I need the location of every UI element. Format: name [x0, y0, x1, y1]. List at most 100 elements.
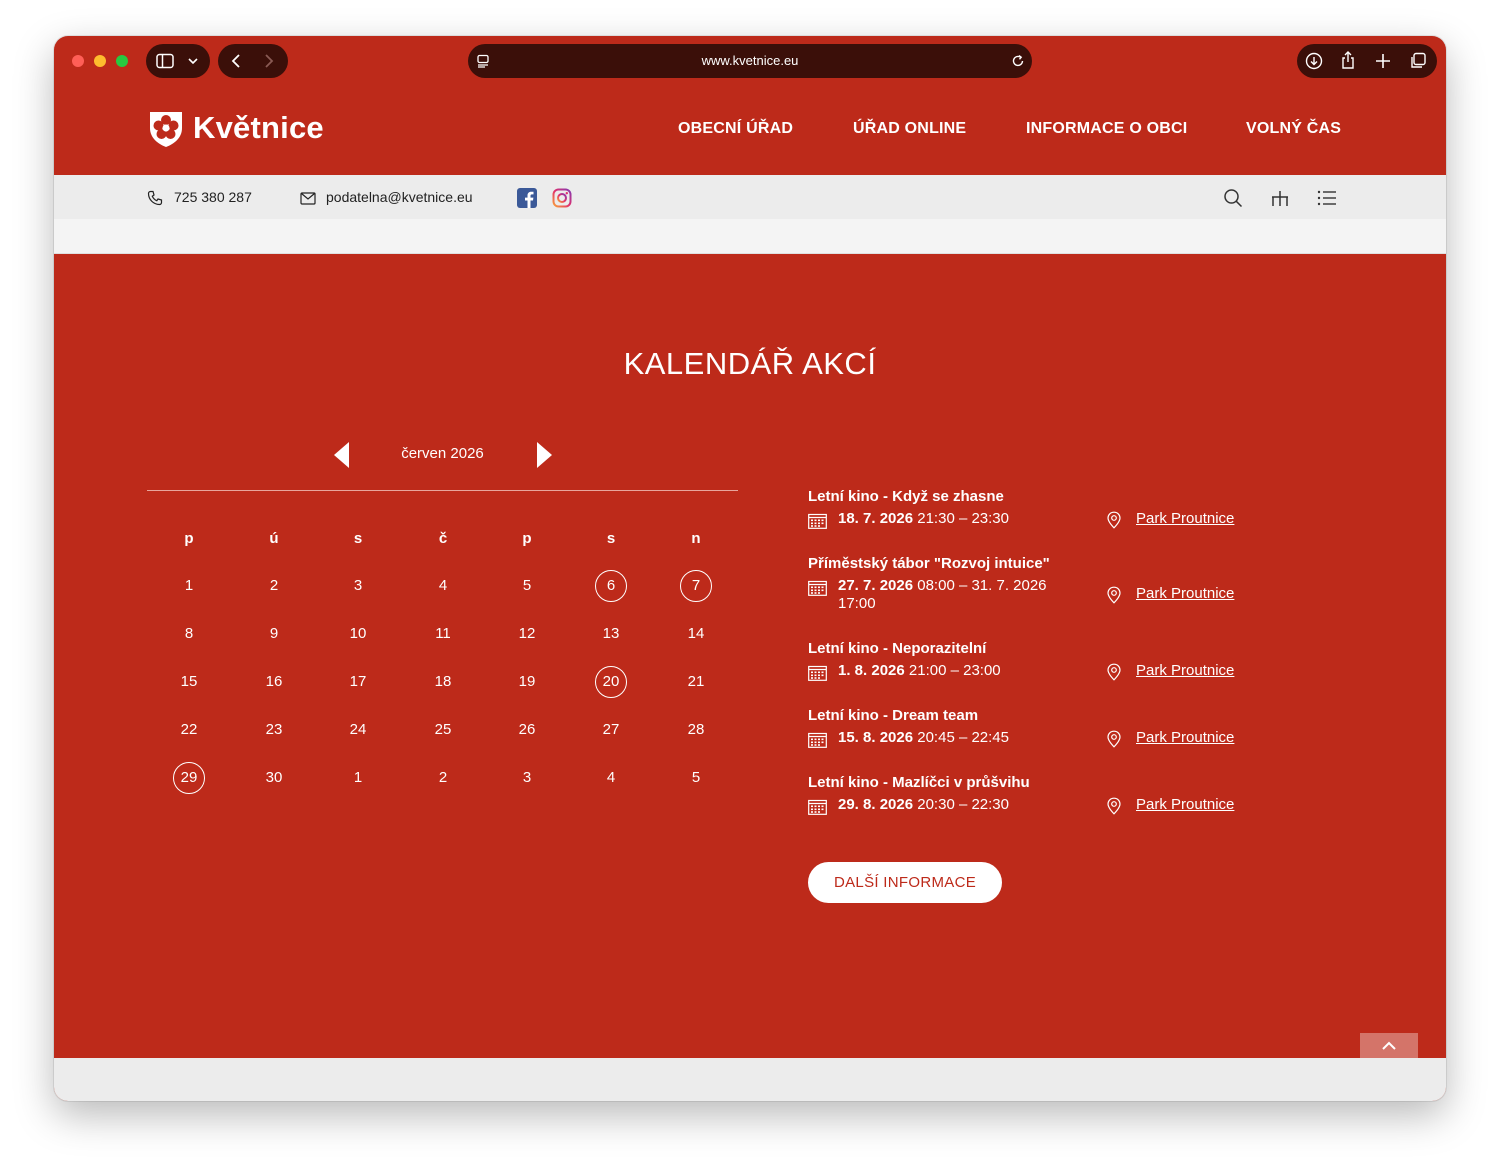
- back-icon[interactable]: [231, 53, 241, 69]
- email-link[interactable]: podatelna@kvetnice.eu: [326, 189, 473, 205]
- chevron-down-icon: [188, 58, 198, 65]
- zoom-window-button[interactable]: [116, 55, 128, 67]
- nav-item-volny-cas[interactable]: VOLNÝ ČAS: [1246, 120, 1341, 138]
- calendar-day[interactable]: 5: [511, 570, 543, 602]
- event-place-link[interactable]: Park Proutnice: [1136, 796, 1234, 813]
- close-window-button[interactable]: [72, 55, 84, 67]
- calendar-day[interactable]: 12: [511, 618, 543, 650]
- calendar-day[interactable]: 25: [427, 714, 459, 746]
- site-header: Květnice OBECNÍ ÚŘAD ÚŘAD ONLINE INFORMA…: [54, 86, 1446, 175]
- weekday-label: n: [691, 530, 701, 547]
- address-bar[interactable]: www.kvetnice.eu: [468, 44, 1032, 78]
- calendar-day[interactable]: 2: [258, 570, 290, 602]
- event-date: 29. 8. 2026 20:30 – 22:30: [838, 796, 1068, 814]
- calendar-day[interactable]: 13: [595, 618, 627, 650]
- calendar-day-with-event[interactable]: 29: [173, 762, 205, 794]
- share-icon[interactable]: [1340, 50, 1356, 70]
- calendar-day-with-event[interactable]: 6: [595, 570, 627, 602]
- browser-actions: [1297, 44, 1437, 78]
- events-section: KALENDÁŘ AKCÍ červen 2026 púsčpsn 123456…: [54, 254, 1446, 1058]
- weekday-label: s: [353, 530, 363, 547]
- nav-item-obecni-urad[interactable]: OBECNÍ ÚŘAD: [678, 120, 793, 138]
- calendar-day[interactable]: 24: [342, 714, 374, 746]
- footer-strip: [54, 1058, 1446, 1101]
- sitemap-icon[interactable]: [1270, 189, 1290, 207]
- calendar-header: červen 2026: [147, 437, 738, 477]
- calendar-day-with-event[interactable]: 7: [680, 570, 712, 602]
- calendar-day[interactable]: 3: [342, 570, 374, 602]
- event-title[interactable]: Příměstský tábor "Rozvoj intuice": [808, 555, 1050, 572]
- history-nav: [218, 44, 288, 78]
- event-time: 21:30 – 23:30: [913, 510, 1009, 527]
- calendar-icon: [808, 513, 827, 529]
- calendar-day[interactable]: 26: [511, 714, 543, 746]
- weekday-label: č: [438, 530, 448, 547]
- calendar-day[interactable]: 28: [680, 714, 712, 746]
- download-icon[interactable]: [1305, 52, 1323, 70]
- weekday-label: p: [522, 530, 532, 547]
- info-bar: 725 380 287 podatelna@kvetnice.eu: [54, 175, 1446, 219]
- next-month-icon[interactable]: [535, 441, 553, 469]
- event-date-bold: 27. 7. 2026: [838, 577, 914, 594]
- calendar-day[interactable]: 18: [427, 666, 459, 698]
- event-title[interactable]: Letní kino - Mazlíčci v průšvihu: [808, 774, 1030, 791]
- minimize-window-button[interactable]: [94, 55, 106, 67]
- calendar-icon: [808, 665, 827, 681]
- calendar-day[interactable]: 27: [595, 714, 627, 746]
- tab-overview-icon[interactable]: [1409, 52, 1427, 70]
- calendar-day[interactable]: 1: [173, 570, 205, 602]
- nav-item-informace-o-obci[interactable]: INFORMACE O OBCI: [1026, 120, 1187, 138]
- calendar-day[interactable]: 21: [680, 666, 712, 698]
- location-pin-icon: [1107, 797, 1121, 815]
- new-tab-icon[interactable]: [1375, 53, 1391, 69]
- event-title[interactable]: Letní kino - Když se zhasne: [808, 488, 1004, 505]
- calendar-day[interactable]: 23: [258, 714, 290, 746]
- sidebar-toggle-button[interactable]: [146, 44, 210, 78]
- event-date-bold: 18. 7. 2026: [838, 510, 914, 527]
- event-time: 21:00 – 23:00: [904, 662, 1001, 679]
- calendar-day[interactable]: 3: [511, 762, 543, 794]
- calendar-day[interactable]: 4: [595, 762, 627, 794]
- event-place-link[interactable]: Park Proutnice: [1136, 510, 1234, 527]
- calendar-day[interactable]: 2: [427, 762, 459, 794]
- calendar-day[interactable]: 14: [680, 618, 712, 650]
- calendar-day[interactable]: 17: [342, 666, 374, 698]
- phone-icon: [147, 190, 163, 206]
- section-title: KALENDÁŘ AKCÍ: [623, 346, 877, 381]
- mail-icon: [300, 192, 316, 205]
- menu-list-icon[interactable]: [1317, 189, 1337, 207]
- calendar-day[interactable]: 30: [258, 762, 290, 794]
- forward-icon[interactable]: [264, 53, 274, 69]
- calendar-day[interactable]: 9: [258, 618, 290, 650]
- calendar-day[interactable]: 10: [342, 618, 374, 650]
- calendar-day[interactable]: 8: [173, 618, 205, 650]
- calendar-day[interactable]: 15: [173, 666, 205, 698]
- calendar-day[interactable]: 19: [511, 666, 543, 698]
- event-place-link[interactable]: Park Proutnice: [1136, 729, 1234, 746]
- instagram-icon[interactable]: [552, 188, 572, 208]
- calendar-day[interactable]: 16: [258, 666, 290, 698]
- more-info-button[interactable]: DALŠÍ INFORMACE: [808, 862, 1002, 903]
- calendar-day[interactable]: 1: [342, 762, 374, 794]
- event-place-link[interactable]: Park Proutnice: [1136, 585, 1234, 602]
- nav-item-urad-online[interactable]: ÚŘAD ONLINE: [853, 120, 966, 138]
- sidebar-icon: [156, 53, 174, 69]
- event-title[interactable]: Letní kino - Dream team: [808, 707, 978, 724]
- event-title[interactable]: Letní kino - Neporazitelní: [808, 640, 986, 657]
- reload-icon[interactable]: [1011, 54, 1025, 68]
- phone-number[interactable]: 725 380 287: [174, 189, 252, 205]
- calendar-day[interactable]: 11: [427, 618, 459, 650]
- browser-toolbar: www.kvetnice.eu: [54, 36, 1446, 86]
- calendar-day[interactable]: 4: [427, 570, 459, 602]
- calendar-day[interactable]: 5: [680, 762, 712, 794]
- calendar-icon: [808, 732, 827, 748]
- calendar-day[interactable]: 22: [173, 714, 205, 746]
- weekday-label: p: [184, 530, 194, 547]
- search-icon[interactable]: [1223, 188, 1243, 208]
- event-place-link[interactable]: Park Proutnice: [1136, 662, 1234, 679]
- calendar-day-with-event[interactable]: 20: [595, 666, 627, 698]
- facebook-icon[interactable]: [517, 188, 537, 208]
- calendar-icon: [808, 799, 827, 815]
- weekday-label: ú: [269, 530, 279, 547]
- location-pin-icon: [1107, 730, 1121, 748]
